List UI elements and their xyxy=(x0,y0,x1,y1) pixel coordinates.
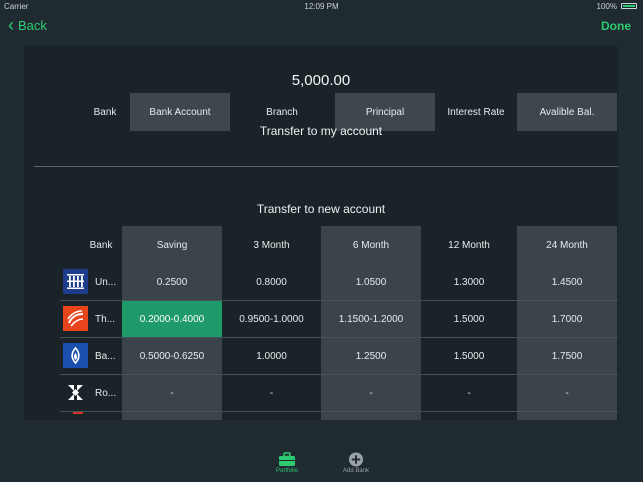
bank-name: Ro... xyxy=(95,388,117,399)
rate-cell-saving: 0.2000-0.4000 xyxy=(122,301,222,338)
rate-cell-12-month: 1.5000 xyxy=(453,314,485,325)
status-time: 12:09 PM xyxy=(304,2,339,11)
table-header-3-month: 3 Month xyxy=(253,239,290,251)
tab-portfolio[interactable]: Portfolio xyxy=(257,452,317,474)
bank-name: Th... xyxy=(95,314,116,325)
table-header-12-month: 12 Month xyxy=(448,239,490,251)
tab-label: Add Bank xyxy=(342,468,370,474)
navigation-bar: ‹ Back Done xyxy=(0,12,643,42)
rate-cell-saving: 0.5000-0.6250 xyxy=(139,351,205,362)
tab-label: Portfolio xyxy=(275,468,298,474)
rate-cell-saving: 0.2500 xyxy=(156,277,188,288)
back-button-label: Back xyxy=(18,18,47,33)
rate-cell-24-month: - xyxy=(565,388,569,399)
rate-cell-24-month: 1.7000 xyxy=(551,314,583,325)
table-row[interactable]: Un... 0.2500 0.8000 1.0500 1.3000 1.4500 xyxy=(24,264,618,301)
bank-stripes-icon xyxy=(63,269,88,294)
transfer-panel: 5,000.00 Bank Bank Account Branch Princi… xyxy=(24,46,618,420)
rate-cell-12-month: 1.3000 xyxy=(453,277,485,288)
rate-cell-3-month: 0.9500-1.0000 xyxy=(239,314,304,325)
back-button[interactable]: ‹ Back xyxy=(8,15,47,35)
rate-cell-6-month: - xyxy=(369,388,373,399)
rate-cell-3-month: 1.0000 xyxy=(256,351,287,362)
tab-add-bank[interactable]: Add Bank xyxy=(326,452,386,474)
tab-bar: Portfolio Add Bank xyxy=(0,450,643,482)
battery-icon xyxy=(621,3,637,9)
briefcase-icon xyxy=(279,452,295,466)
table-header-saving: Saving xyxy=(156,239,188,251)
table-header-24-month: 24 Month xyxy=(546,239,588,251)
bank-logo-partial xyxy=(73,412,83,414)
add-circle-icon xyxy=(348,452,364,467)
chevron-left-icon: ‹ xyxy=(8,15,14,35)
rate-cell-12-month: 1.5000 xyxy=(453,351,485,362)
rate-cell-24-month: 1.7500 xyxy=(551,351,583,362)
rate-cell-6-month: 1.2500 xyxy=(355,351,387,362)
transfer-to-new-account-title: Transfer to new account xyxy=(256,202,386,216)
table-header-6-month: 6 Month xyxy=(352,239,390,251)
transfer-amount: 5,000.00 xyxy=(291,72,351,89)
rate-cell-12-month: - xyxy=(467,388,471,399)
rate-cell-3-month: - xyxy=(269,388,274,399)
table-header-bank: Bank xyxy=(89,239,113,251)
table-row[interactable]: Ro... - - - - - xyxy=(24,375,618,412)
table-row[interactable]: Th... 0.2000-0.4000 0.9500-1.0000 1.1500… xyxy=(24,301,618,338)
rate-cell-saving: - xyxy=(170,388,174,399)
transfer-to-my-account-title: Transfer to my account xyxy=(259,124,383,138)
bank-chevrons-icon xyxy=(63,380,88,405)
section-divider xyxy=(34,166,618,167)
rate-cell-3-month: 0.8000 xyxy=(256,277,287,288)
rate-cell-6-month: 1.1500-1.2000 xyxy=(338,314,404,325)
rate-cell-24-month: 1.4500 xyxy=(551,277,583,288)
table-row-partial[interactable] xyxy=(24,412,618,420)
bank-swirl-icon xyxy=(63,306,88,331)
bank-name: Ba... xyxy=(95,351,116,362)
bank-name: Un... xyxy=(95,277,117,288)
rate-cell-6-month: 1.0500 xyxy=(355,277,387,288)
table-row[interactable]: Ba... 0.5000-0.6250 1.0000 1.2500 1.5000… xyxy=(24,338,618,375)
battery-percentage: 100% xyxy=(596,2,617,11)
done-button[interactable]: Done xyxy=(601,19,631,33)
status-bar: Carrier 12:09 PM 100% xyxy=(0,0,643,12)
bank-lotus-icon xyxy=(63,343,88,368)
